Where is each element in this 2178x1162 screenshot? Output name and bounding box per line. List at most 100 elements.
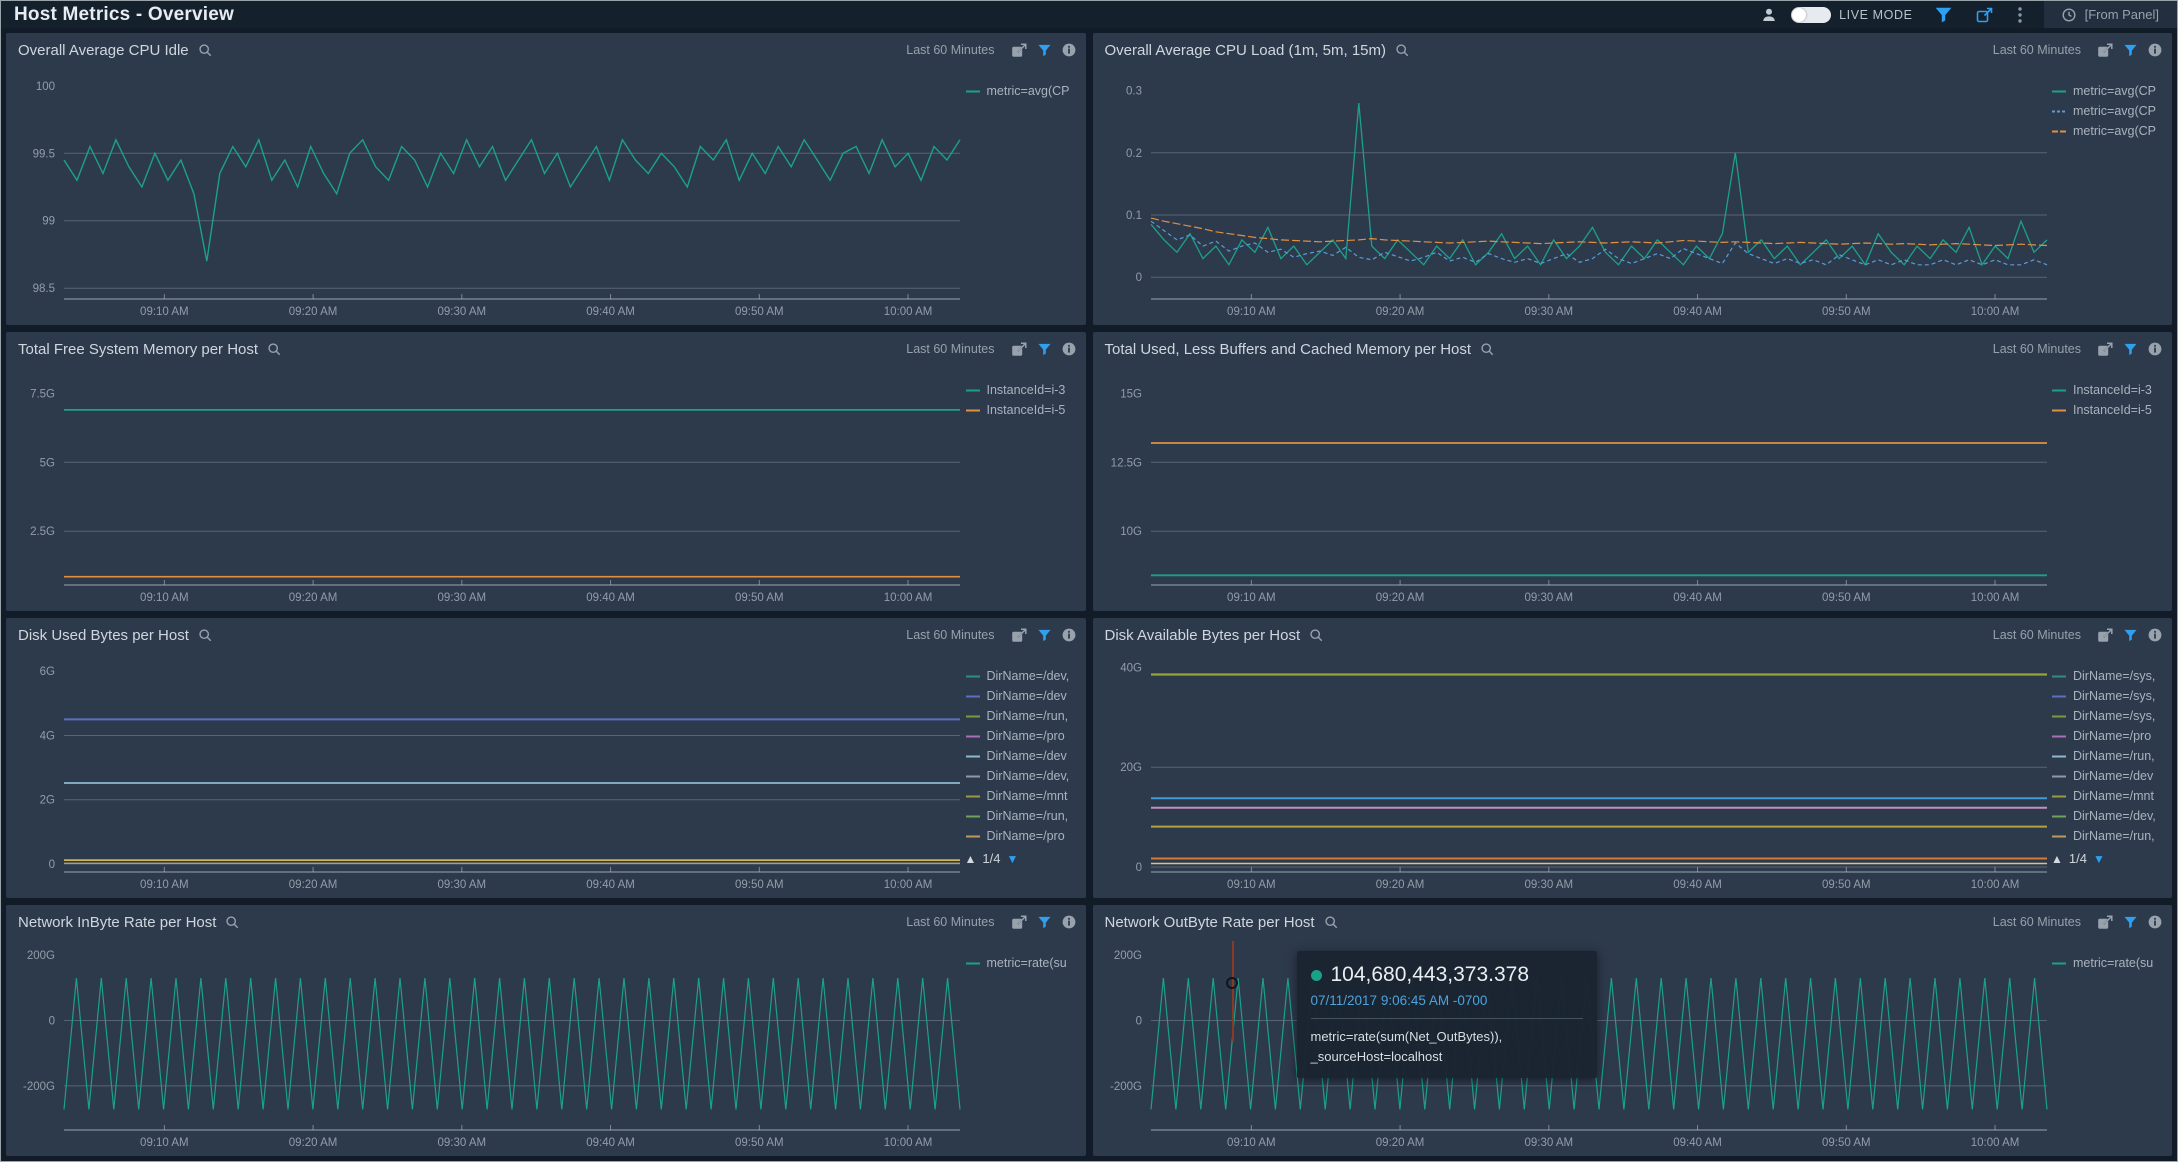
legend-item[interactable]: DirName=/pro xyxy=(965,826,1081,846)
legend-item[interactable]: DirName=/dev xyxy=(965,686,1081,706)
dashboard-grid: Overall Average CPU IdleLast 60 Minutes1… xyxy=(1,28,2177,1161)
legend-label: metric=avg(CP xyxy=(2073,84,2156,98)
legend-item[interactable]: DirName=/run, xyxy=(2051,746,2167,766)
open-in-search-icon[interactable] xyxy=(2097,915,2113,930)
zoom-icon[interactable] xyxy=(1480,342,1495,357)
legend-page-down-icon[interactable]: ▼ xyxy=(1006,852,1018,866)
legend-page-up-icon[interactable]: ▲ xyxy=(965,852,977,866)
legend-item[interactable]: DirName=/dev, xyxy=(965,766,1081,786)
chart-canvas[interactable]: 10099.59998.509:10 AM09:20 AM09:30 AM09:… xyxy=(6,65,1086,325)
panel-filter-icon[interactable] xyxy=(1038,916,1051,929)
svg-text:09:10 AM: 09:10 AM xyxy=(140,879,189,891)
open-in-search-icon[interactable] xyxy=(1011,342,1027,357)
chart-canvas[interactable]: 40G20G009:10 AM09:20 AM09:30 AM09:40 AM0… xyxy=(1093,650,2173,898)
time-range-label: Last 60 Minutes xyxy=(1993,628,2081,642)
legend-item[interactable]: InstanceId=i-3 xyxy=(2051,380,2167,400)
info-icon[interactable] xyxy=(2148,43,2162,57)
zoom-icon[interactable] xyxy=(198,43,213,58)
legend-item[interactable]: metric=rate(su xyxy=(965,953,1081,973)
legend-swatch xyxy=(965,769,981,783)
panel-filter-icon[interactable] xyxy=(1038,629,1051,642)
zoom-icon[interactable] xyxy=(267,342,282,357)
panel-filter-icon[interactable] xyxy=(1038,44,1051,57)
tooltip-timestamp: 07/11/2017 9:06:45 AM -0700 xyxy=(1311,993,1583,1019)
legend-item[interactable]: InstanceId=i-3 xyxy=(965,380,1081,400)
data-point-marker xyxy=(1226,977,1238,989)
legend-label: metric=avg(CP xyxy=(987,84,1070,98)
open-in-search-icon[interactable] xyxy=(2097,342,2113,357)
legend-page-up-icon[interactable]: ▲ xyxy=(2051,852,2063,866)
svg-text:4G: 4G xyxy=(40,730,55,742)
filter-icon[interactable] xyxy=(1935,7,1952,23)
legend-item[interactable]: metric=rate(su xyxy=(2051,953,2167,973)
zoom-icon[interactable] xyxy=(1309,628,1324,643)
legend-swatch xyxy=(965,383,981,397)
user-icon[interactable] xyxy=(1761,7,1777,23)
legend-item[interactable]: metric=avg(CP xyxy=(2051,101,2167,121)
tooltip-value: 104,680,443,373.378 xyxy=(1331,963,1530,987)
chart-canvas[interactable]: 15G12.5G10G09:10 AM09:20 AM09:30 AM09:40… xyxy=(1093,364,2173,611)
panel-filter-icon[interactable] xyxy=(2124,629,2137,642)
info-icon[interactable] xyxy=(1062,915,1076,929)
kebab-menu-icon[interactable] xyxy=(2018,7,2022,23)
legend-swatch xyxy=(965,669,981,683)
panel-filter-icon[interactable] xyxy=(1038,343,1051,356)
legend-item[interactable]: DirName=/sys, xyxy=(2051,686,2167,706)
open-in-search-icon[interactable] xyxy=(2097,43,2113,58)
open-in-search-icon[interactable] xyxy=(1011,915,1027,930)
legend-item[interactable]: InstanceId=i-5 xyxy=(2051,400,2167,420)
legend-item[interactable]: DirName=/pro xyxy=(2051,726,2167,746)
open-in-search-icon[interactable] xyxy=(1011,43,1027,58)
info-icon[interactable] xyxy=(2148,915,2162,929)
legend-item[interactable]: DirName=/dev xyxy=(2051,766,2167,786)
legend-item[interactable]: InstanceId=i-5 xyxy=(965,400,1081,420)
legend-item[interactable]: metric=avg(CP xyxy=(2051,81,2167,101)
legend-item[interactable]: DirName=/run, xyxy=(965,806,1081,826)
chart-canvas[interactable]: 0.30.20.1009:10 AM09:20 AM09:30 AM09:40 … xyxy=(1093,65,2173,325)
panel-filter-icon[interactable] xyxy=(2124,343,2137,356)
zoom-icon[interactable] xyxy=(225,915,240,930)
chart-canvas[interactable]: 200G0-200G09:10 AM09:20 AM09:30 AM09:40 … xyxy=(6,937,1086,1156)
legend-item[interactable]: DirName=/run, xyxy=(965,706,1081,726)
legend-item[interactable]: DirName=/sys, xyxy=(2051,666,2167,686)
panel-overall-average-cpu-idle: Overall Average CPU IdleLast 60 Minutes1… xyxy=(6,33,1086,325)
svg-text:09:40 AM: 09:40 AM xyxy=(586,1137,635,1149)
svg-text:09:30 AM: 09:30 AM xyxy=(438,879,487,891)
info-icon[interactable] xyxy=(2148,342,2162,356)
panel-tools: Last 60 Minutes xyxy=(906,628,1075,643)
svg-text:09:20 AM: 09:20 AM xyxy=(289,306,338,318)
legend-label: DirName=/sys, xyxy=(2073,669,2155,683)
zoom-icon[interactable] xyxy=(1324,915,1339,930)
info-icon[interactable] xyxy=(2148,628,2162,642)
legend-item[interactable]: DirName=/dev xyxy=(965,746,1081,766)
legend-swatch xyxy=(2051,84,2067,98)
info-icon[interactable] xyxy=(1062,342,1076,356)
svg-text:09:30 AM: 09:30 AM xyxy=(438,1137,487,1149)
legend-page-down-icon[interactable]: ▼ xyxy=(2093,852,2105,866)
from-panel-button[interactable]: [From Panel] xyxy=(2044,1,2177,28)
zoom-icon[interactable] xyxy=(1395,43,1410,58)
legend-item[interactable]: DirName=/pro xyxy=(965,726,1081,746)
legend-item[interactable]: DirName=/run, xyxy=(2051,826,2167,846)
panel-body: 40G20G009:10 AM09:20 AM09:30 AM09:40 AM0… xyxy=(1093,650,2173,898)
panel-filter-icon[interactable] xyxy=(2124,44,2137,57)
legend-item[interactable]: DirName=/mnt xyxy=(2051,786,2167,806)
legend-item[interactable]: metric=avg(CP xyxy=(965,81,1081,101)
chart-canvas[interactable]: 7.5G5G2.5G09:10 AM09:20 AM09:30 AM09:40 … xyxy=(6,364,1086,611)
info-icon[interactable] xyxy=(1062,628,1076,642)
live-mode-toggle[interactable] xyxy=(1791,7,1831,23)
panel-filter-icon[interactable] xyxy=(2124,916,2137,929)
chart-canvas[interactable]: 6G4G2G009:10 AM09:20 AM09:30 AM09:40 AM0… xyxy=(6,650,1086,898)
open-in-search-icon[interactable] xyxy=(2097,628,2113,643)
open-in-search-icon[interactable] xyxy=(1011,628,1027,643)
legend-item[interactable]: DirName=/dev, xyxy=(2051,806,2167,826)
chart-canvas[interactable]: 200G0-200G09:10 AM09:20 AM09:30 AM09:40 … xyxy=(1093,937,2173,1156)
legend-item[interactable]: DirName=/dev, xyxy=(965,666,1081,686)
legend-item[interactable]: DirName=/mnt xyxy=(965,786,1081,806)
legend-item[interactable]: metric=avg(CP xyxy=(2051,121,2167,141)
svg-text:09:40 AM: 09:40 AM xyxy=(1673,306,1722,318)
legend-item[interactable]: DirName=/sys, xyxy=(2051,706,2167,726)
info-icon[interactable] xyxy=(1062,43,1076,57)
share-icon[interactable] xyxy=(1976,7,1994,23)
zoom-icon[interactable] xyxy=(198,628,213,643)
